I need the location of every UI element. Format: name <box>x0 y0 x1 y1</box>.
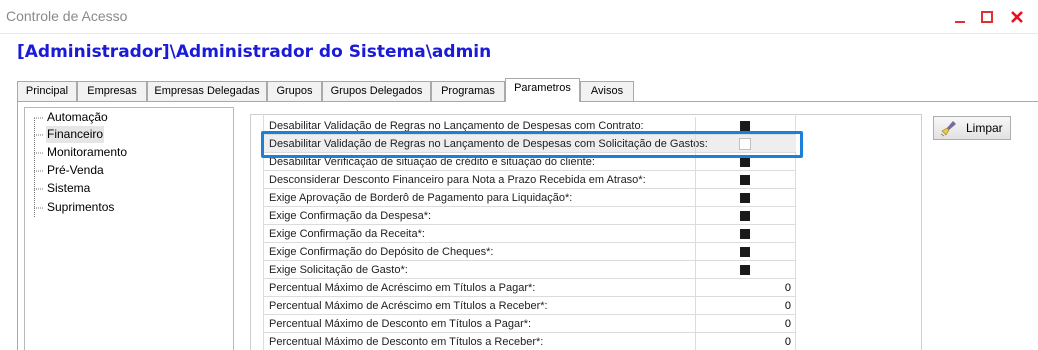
grid-row[interactable]: Exige Confirmação do Depósito de Cheques… <box>263 243 796 261</box>
tab-principal[interactable]: Principal <box>17 81 77 102</box>
tab-grupos[interactable]: Grupos <box>267 81 322 102</box>
maximize-icon <box>981 11 993 23</box>
close-icon <box>1011 11 1023 23</box>
numeric-value: 0 <box>784 300 791 312</box>
tab-parametros[interactable]: Parametros <box>505 78 580 102</box>
checkbox-checked[interactable] <box>740 229 750 239</box>
broom-icon <box>940 121 956 137</box>
checkbox-checked[interactable] <box>740 193 750 203</box>
page-title: [Administrador]\Administrador do Sistema… <box>17 42 492 62</box>
title-bar: Controle de Acesso <box>0 0 1038 34</box>
checkbox-checked[interactable] <box>740 121 750 131</box>
grid-row[interactable]: Exige Aprovação de Borderô de Pagamento … <box>263 189 796 207</box>
checkbox-checked[interactable] <box>740 247 750 257</box>
numeric-value: 0 <box>784 318 791 330</box>
checkbox-checked[interactable] <box>740 211 750 221</box>
maximize-button[interactable] <box>973 0 1001 34</box>
grid-row[interactable]: Desconsiderar Desconto Financeiro para N… <box>263 171 796 189</box>
category-tree[interactable]: Automação Financeiro Monitoramento Pré-V… <box>24 107 234 350</box>
grid-row[interactable]: Percentual Máximo de Acréscimo em Título… <box>263 297 796 315</box>
tab-empresas-delegadas[interactable]: Empresas Delegadas <box>147 81 267 102</box>
tab-empresas[interactable]: Empresas <box>77 81 147 102</box>
grid-row[interactable]: Exige Confirmação da Receita*: <box>263 225 796 243</box>
close-button[interactable] <box>1003 0 1031 34</box>
grid-row[interactable]: Exige Confirmação da Despesa*: <box>263 207 796 225</box>
numeric-value: 0 <box>784 282 791 294</box>
minimize-button[interactable] <box>946 0 974 34</box>
window-title: Controle de Acesso <box>6 8 128 24</box>
checkbox-checked[interactable] <box>740 265 750 275</box>
grid-row[interactable]: Percentual Máximo de Acréscimo em Título… <box>263 279 796 297</box>
grid-row[interactable]: Exige Solicitação de Gasto*: <box>263 261 796 279</box>
selection-highlight <box>261 131 803 158</box>
tab-grupos-delegados[interactable]: Grupos Delegados <box>322 81 431 102</box>
grid-row[interactable]: Percentual Máximo de Desconto em Títulos… <box>263 333 796 350</box>
checkbox-checked[interactable] <box>740 175 750 185</box>
numeric-value: 0 <box>784 336 791 348</box>
limpar-button[interactable]: Limpar <box>933 116 1011 140</box>
checkbox-checked[interactable] <box>740 157 750 167</box>
tab-avisos[interactable]: Avisos <box>580 81 634 102</box>
tab-programas[interactable]: Programas <box>431 81 505 102</box>
grid-row[interactable]: Percentual Máximo de Desconto em Títulos… <box>263 315 796 333</box>
minimize-icon <box>955 21 965 23</box>
